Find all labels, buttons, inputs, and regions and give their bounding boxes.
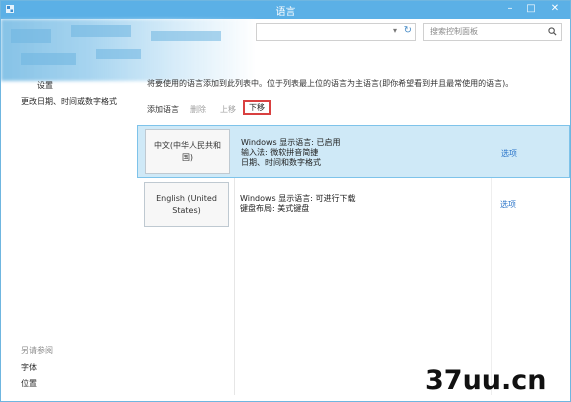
options-link[interactable]: 选项	[500, 199, 516, 210]
search-icon[interactable]	[548, 27, 557, 36]
add-language-button[interactable]: 添加语言	[147, 104, 179, 115]
blurred-block	[151, 31, 221, 41]
chevron-down-icon[interactable]: ▾	[393, 26, 397, 35]
page-description: 将要使用的语言添加到此列表中。位于列表最上位的语言为主语言(即你希望看到并且最常…	[147, 79, 514, 88]
minimize-button[interactable]: –	[500, 2, 520, 16]
display-language-status: Windows 显示语言: 已启用	[241, 138, 341, 147]
blurred-block	[11, 29, 51, 43]
language-row-english[interactable]: English (United States) Windows 显示语言: 可进…	[137, 179, 570, 233]
remove-button[interactable]: 删除	[190, 104, 206, 115]
title-bar[interactable]: 语言 – □ ✕	[1, 1, 570, 19]
language-row-chinese[interactable]: 中文(中华人民共和国) Windows 显示语言: 已启用 输入法: 微软拼音简…	[137, 125, 570, 178]
language-tile[interactable]: English (United States)	[144, 182, 229, 227]
refresh-icon[interactable]: ↻	[404, 25, 412, 36]
watermark-text: 37uu.cn	[425, 365, 547, 396]
language-tile[interactable]: 中文(中华人民共和国)	[145, 129, 230, 174]
window-title: 语言	[275, 7, 296, 18]
blurred-block	[21, 53, 76, 65]
search-input[interactable]: 搜索控制面板	[423, 23, 562, 41]
blurred-block	[96, 49, 141, 59]
sidebar-link-settings[interactable]: 设置	[37, 80, 53, 91]
see-also-location[interactable]: 位置	[21, 378, 37, 389]
address-bar[interactable]: ▾ ↻	[256, 23, 416, 41]
maximize-button[interactable]: □	[521, 2, 541, 16]
display-language-status: Windows 显示语言: 可进行下载	[240, 194, 356, 203]
options-link[interactable]: 选项	[501, 148, 517, 159]
input-method: 输入法: 微软拼音简捷	[241, 148, 319, 157]
search-placeholder: 搜索控制面板	[430, 27, 478, 36]
move-down-button[interactable]: 下移	[243, 100, 271, 115]
blurred-block	[71, 25, 131, 37]
move-up-button[interactable]: 上移	[220, 104, 236, 115]
sidebar-link-date-time-format[interactable]: 更改日期、时间或数字格式	[21, 96, 117, 107]
date-time-format: 日期、时间和数字格式	[241, 158, 321, 167]
keyboard-layout: 键盘布局: 美式键盘	[240, 204, 310, 213]
close-button[interactable]: ✕	[544, 2, 566, 16]
see-also-heading: 另请参阅	[21, 346, 53, 355]
see-also-fonts[interactable]: 字体	[21, 362, 37, 373]
language-window: 语言 – □ ✕ ▾ ↻ 搜索控制面板 设置 更改日期、时间或数字格式 另请参阅…	[0, 0, 571, 402]
